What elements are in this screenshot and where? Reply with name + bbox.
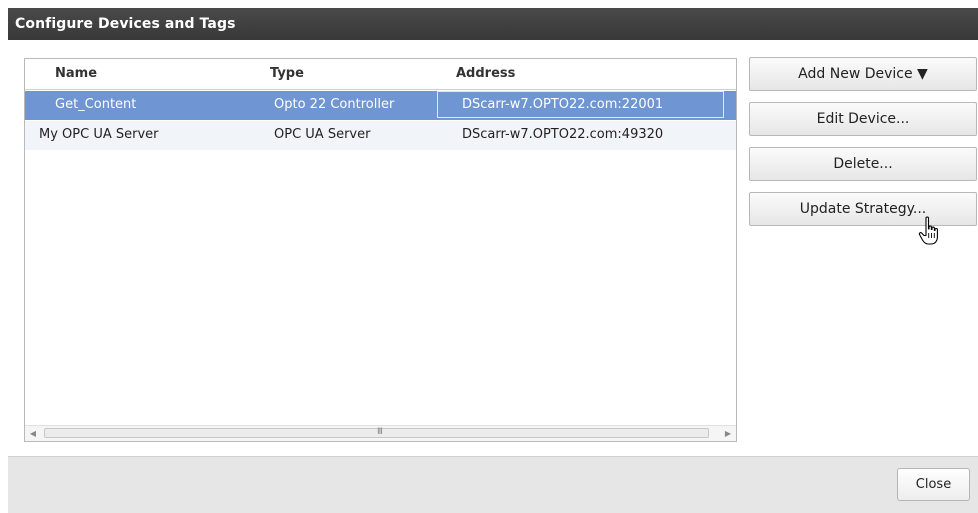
horizontal-scrollbar[interactable]: ◀ III ▶ — [25, 425, 736, 441]
configure-devices-dialog: Configure Devices and Tags Name Type Add… — [8, 8, 978, 513]
column-header-address[interactable]: Address — [456, 66, 515, 81]
dialog-title: Configure Devices and Tags — [15, 16, 236, 32]
close-button[interactable]: Close — [897, 468, 970, 501]
table-header: Name Type Address — [25, 59, 736, 90]
dialog-titlebar: Configure Devices and Tags — [8, 8, 978, 40]
hand-pointer-icon — [918, 216, 938, 245]
scroll-right-icon[interactable]: ▶ — [720, 426, 736, 441]
scrollbar-grip: III — [377, 427, 383, 437]
column-header-name[interactable]: Name — [55, 66, 97, 81]
row-name-cell: Get_Content — [55, 97, 137, 112]
row-address-cell: DScarr-w7.OPTO22.com:22001 — [462, 97, 664, 112]
edit-device-button[interactable]: Edit Device... — [749, 102, 977, 136]
update-strategy-button[interactable]: Update Strategy... — [749, 192, 977, 226]
table-row[interactable]: Get_Content Opto 22 Controller DScarr-w7… — [25, 91, 736, 120]
row-type-cell: Opto 22 Controller — [274, 97, 395, 112]
delete-button[interactable]: Delete... — [749, 147, 977, 181]
column-header-type[interactable]: Type — [270, 66, 304, 81]
table-row[interactable]: My OPC UA Server OPC UA Server DScarr-w7… — [25, 121, 736, 150]
row-type-cell: OPC UA Server — [274, 127, 371, 142]
device-table[interactable]: Name Type Address Get_Content Opto 22 Co… — [24, 58, 737, 442]
scrollbar-thumb[interactable]: III — [44, 427, 709, 438]
scroll-left-icon[interactable]: ◀ — [25, 426, 41, 441]
row-name-cell: My OPC UA Server — [39, 127, 159, 142]
add-new-device-button[interactable]: Add New Device ▼ — [749, 57, 977, 91]
row-address-cell: DScarr-w7.OPTO22.com:49320 — [462, 127, 664, 142]
dialog-footer: Close — [8, 456, 978, 513]
